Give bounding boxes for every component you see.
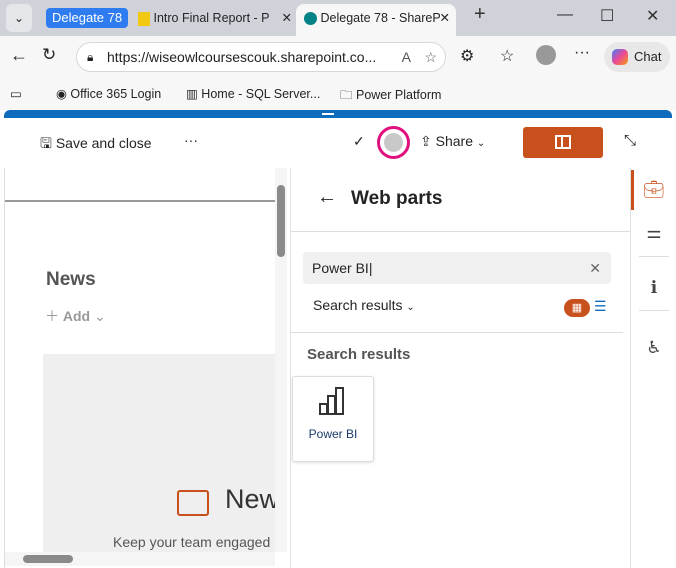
clear-search-icon[interactable]: ✕ [589, 252, 601, 284]
close-icon[interactable]: ✕ [440, 4, 450, 32]
copilot-chat-button[interactable]: Chat [604, 42, 670, 72]
save-label: Save and close [55, 135, 152, 151]
profile-avatar[interactable] [536, 45, 556, 65]
add-label: Add [62, 308, 91, 324]
address-bar-row: ← ↻ 🔒︎ https://wiseowlcoursescouk.sharepo… [0, 36, 676, 78]
section-title: Search results [307, 346, 411, 363]
new-tab-button[interactable]: + [474, 3, 486, 26]
accessibility-icon[interactable]: ♿︎ [643, 338, 665, 358]
filter-label: Search results [313, 297, 403, 313]
more-options-button[interactable]: ··· [184, 132, 198, 148]
grid-view-toggle[interactable]: ▦ [564, 299, 590, 317]
tab-label: Intro Final Report - P [153, 11, 270, 25]
close-window-button[interactable]: ✕ [646, 6, 659, 26]
horizontal-scrollbar[interactable] [5, 552, 275, 566]
tab-delegate-sharepoint[interactable]: Delegate 78 - ShareP ✕ [296, 4, 456, 36]
save-icon: 🖫︎ [40, 135, 52, 151]
right-toolbox-rail: 💼︎ ⚌ ℹ ♿︎ [630, 168, 676, 568]
bookmark-sql-server[interactable]: ▥ Home - SQL Server... [186, 86, 320, 101]
add-news-button[interactable]: ＋ Add ⌄ [45, 306, 106, 326]
copilot-icon [612, 49, 628, 65]
web-part-label: Power BI [308, 427, 358, 441]
collections-icon[interactable]: ▭ [10, 86, 22, 101]
republish-button[interactable] [523, 127, 603, 158]
url-input[interactable]: 🔒︎ https://wiseowlcoursescouk.sharepoint.… [76, 42, 446, 72]
tab-actions-button[interactable]: ⌄ [6, 4, 32, 32]
news-heading: News [46, 269, 96, 290]
collapse-icon[interactable]: ⤡ [624, 132, 636, 149]
vertical-scrollbar[interactable] [275, 168, 287, 552]
settings-sliders-icon[interactable]: ⚌ [643, 223, 665, 243]
close-icon[interactable]: ✕ [282, 4, 292, 32]
bookmark-label: Home - SQL Server... [201, 87, 321, 101]
bookmark-label: Power Platform [355, 88, 442, 102]
browser-tab-bar: ⌄ Delegate 78 Intro Final Report - P ✕ D… [0, 0, 676, 36]
panel-title: Web parts [351, 188, 443, 209]
bookmark-office-365[interactable]: ◉ Office 365 Login [56, 86, 161, 101]
sharepoint-icon [304, 12, 317, 26]
read-aloud-icon[interactable]: A [402, 43, 411, 71]
maximize-button[interactable]: ☐ [600, 6, 614, 26]
news-placeholder: New Keep your team engaged [43, 354, 275, 554]
suite-bar [4, 110, 672, 118]
check-icon[interactable]: ✓ [353, 133, 365, 150]
bookmark-power-platform[interactable]: 🗀︎ Power Platform [340, 86, 441, 107]
bookmark-label: Office 365 Login [70, 87, 162, 101]
back-arrow-icon[interactable]: ← [317, 186, 337, 209]
web-part-search-input[interactable]: Power BI| ✕ [303, 252, 611, 284]
web-part-power-bi[interactable]: Power BI [292, 376, 374, 462]
minimize-button[interactable]: — [557, 6, 573, 24]
web-parts-panel: ← Web parts Power BI| ✕ Search results ⌄ … [290, 168, 631, 568]
save-and-close-button[interactable]: 🖫︎ Save and close [40, 133, 152, 157]
power-bi-icon [138, 11, 150, 26]
share-label: Share [435, 133, 473, 149]
url-text: https://wiseowlcoursescouk.sharepoint.co… [107, 49, 377, 65]
plus-icon: ＋ [45, 308, 59, 324]
tab-intro-report[interactable]: Intro Final Report - P ✕ [134, 4, 294, 36]
divider [5, 200, 275, 202]
power-bi-icon [319, 387, 347, 415]
search-value: Power BI [312, 260, 369, 276]
tab-group-label[interactable]: Delegate 78 [46, 8, 129, 28]
more-icon[interactable]: ··· [574, 44, 590, 62]
news-icon [177, 490, 209, 516]
chat-label: Chat [634, 49, 662, 64]
bookmarks-bar: ▭ ◉ Office 365 Login ▥ Home - SQL Server… [0, 78, 676, 110]
page-canvas: News ＋ Add ⌄ New Keep your team engaged [4, 168, 287, 568]
tab-label: Delegate 78 - ShareP [320, 11, 441, 25]
favorites-icon[interactable]: ☆ [500, 46, 514, 66]
command-bar: 🖫︎ Save and close ··· ✓ ⇪ Share ⌄ ⤡ [4, 118, 672, 168]
list-view-toggle[interactable]: ☰ [594, 298, 607, 315]
lock-icon: 🔒︎ [87, 50, 94, 64]
filter-dropdown[interactable]: Search results ⌄ [313, 297, 415, 313]
placeholder-title: New [225, 484, 275, 514]
design-ideas-icon[interactable]: ℹ [643, 278, 665, 298]
share-icon: ⇪ [420, 133, 432, 149]
favorite-star-icon[interactable]: ☆ [424, 43, 437, 71]
refresh-icon[interactable]: ↻ [42, 45, 56, 65]
extensions-icon[interactable]: ⚙ [460, 46, 474, 66]
user-avatar[interactable] [377, 126, 410, 159]
back-icon[interactable]: ← [10, 45, 28, 66]
share-button[interactable]: ⇪ Share ⌄ [420, 133, 485, 150]
placeholder-text: Keep your team engaged [113, 534, 271, 550]
toolbox-icon[interactable]: 💼︎ [643, 180, 665, 200]
